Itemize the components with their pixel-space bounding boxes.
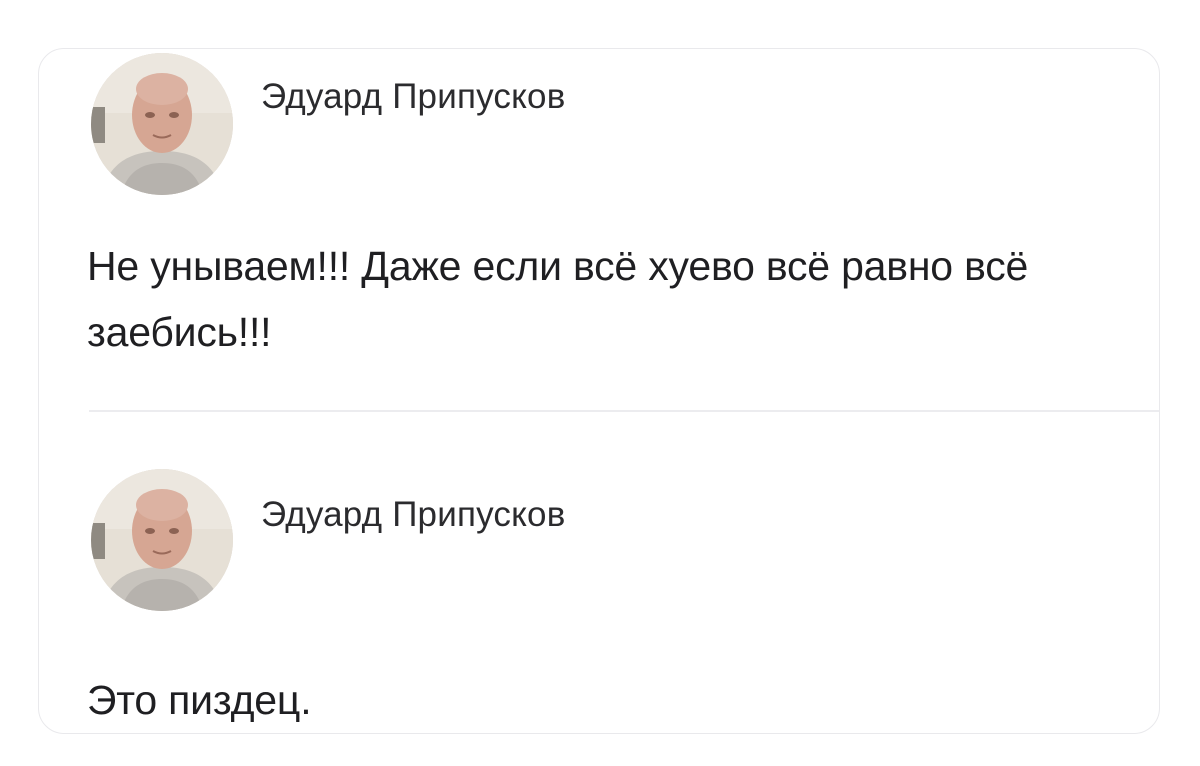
post-text: Не унываем!!! Даже если всё хуево всё ра… bbox=[87, 243, 1029, 355]
avatar[interactable] bbox=[91, 469, 233, 611]
divider bbox=[89, 410, 1159, 412]
avatar[interactable] bbox=[91, 53, 233, 195]
post-text: Это пиздец. bbox=[87, 677, 312, 723]
avatar-photo-icon bbox=[91, 53, 233, 195]
author-name[interactable]: Эдуард Припусков bbox=[261, 77, 566, 117]
comments-card: Эдуард Припусков Не унываем!!! Даже если… bbox=[38, 48, 1160, 734]
avatar-photo-icon bbox=[91, 469, 233, 611]
author-name[interactable]: Эдуард Припусков bbox=[261, 495, 566, 535]
